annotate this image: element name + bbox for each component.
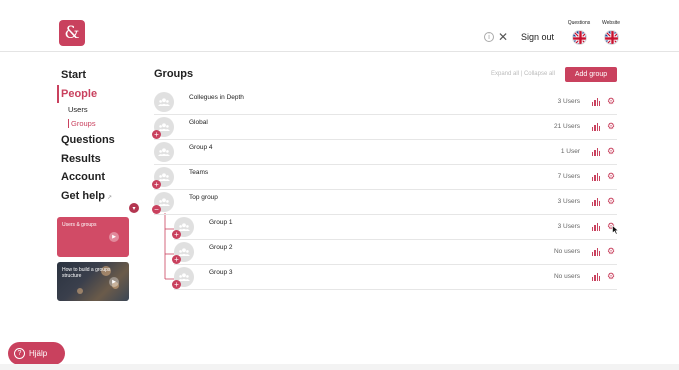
video-card-users-groups[interactable]: Users & groups ▶ xyxy=(57,217,129,257)
website-language-label: Website xyxy=(602,20,620,26)
sidebar-item-people[interactable]: People xyxy=(57,84,137,103)
info-icon[interactable]: i xyxy=(484,32,494,42)
group-name[interactable]: Global xyxy=(189,119,208,126)
collapse-subgroup-icon[interactable]: − xyxy=(152,205,161,214)
statistics-icon[interactable] xyxy=(592,148,600,156)
sign-out-link[interactable]: Sign out xyxy=(521,32,554,42)
app-logo[interactable]: & xyxy=(59,20,85,46)
page-title: Groups xyxy=(154,68,194,80)
help-button[interactable]: ? Hjälp xyxy=(8,342,65,365)
group-user-count: No users xyxy=(553,273,580,280)
statistics-icon[interactable] xyxy=(592,223,600,231)
question-icon: ? xyxy=(14,348,25,359)
play-icon[interactable]: ▶ xyxy=(109,232,119,242)
video-card-title: Users & groups xyxy=(62,222,97,228)
bottom-bar xyxy=(0,364,679,370)
gear-icon[interactable]: ⚙ xyxy=(607,246,615,257)
group-user-count: 21 Users xyxy=(553,123,580,130)
video-card-groups-structure[interactable]: How to build a groups structure ▶ xyxy=(57,262,129,301)
uk-flag-icon[interactable] xyxy=(571,30,587,45)
external-link-icon: ↗ xyxy=(107,194,113,201)
collapse-all-link[interactable]: Collapse all xyxy=(524,71,555,77)
statistics-icon[interactable] xyxy=(592,198,600,206)
group-row[interactable]: + Group 13 Users ⚙ xyxy=(172,215,617,240)
sidebar-item-questions[interactable]: Questions xyxy=(57,131,137,150)
statistics-icon[interactable] xyxy=(592,98,600,106)
group-row[interactable]: − Top group 3 Users ⚙ xyxy=(152,190,617,215)
group-row[interactable]: + Global 21 Users ⚙ xyxy=(152,115,617,140)
website-language[interactable]: Website xyxy=(596,20,626,45)
group-name[interactable]: Teams xyxy=(189,169,208,176)
group-row[interactable]: Group 4 1 User ⚙ xyxy=(154,140,617,165)
group-user-count: 3 Users xyxy=(557,98,580,105)
play-icon[interactable]: ▶ xyxy=(109,277,119,287)
expand-collapse-links: Expand all | Collapse all xyxy=(491,71,555,77)
gear-icon[interactable]: ⚙ xyxy=(607,171,615,182)
questions-language-label: Questions xyxy=(567,20,591,26)
sidebar-item-account[interactable]: Account xyxy=(57,168,137,187)
statistics-icon[interactable] xyxy=(592,248,600,256)
chevron-down-icon[interactable]: ▾ xyxy=(129,203,139,213)
sidebar-item-results[interactable]: Results xyxy=(57,150,137,169)
add-subgroup-icon[interactable]: + xyxy=(172,255,181,264)
group-name[interactable]: Group 2 xyxy=(209,244,233,251)
add-subgroup-icon[interactable]: + xyxy=(152,130,161,139)
sidebar-subitem-users[interactable]: Users xyxy=(57,103,137,117)
group-user-count: 3 Users xyxy=(557,223,580,230)
uk-flag-icon[interactable] xyxy=(603,30,619,45)
group-user-count: 1 User xyxy=(560,148,580,155)
sidebar-subitem-groups[interactable]: Groups xyxy=(57,117,137,131)
sidebar-item-get-help[interactable]: Get help ↗ xyxy=(57,187,137,206)
questions-language[interactable]: Questions xyxy=(564,20,594,45)
mouse-cursor xyxy=(612,225,619,235)
group-user-count: 7 Users xyxy=(557,173,580,180)
sidebar-nav: Start People Users Groups Questions Resu… xyxy=(57,66,137,205)
expand-all-link[interactable]: Expand all xyxy=(491,71,519,77)
add-subgroup-icon[interactable]: + xyxy=(172,280,181,289)
gear-icon[interactable]: ⚙ xyxy=(607,121,615,132)
get-help-label: Get help xyxy=(61,189,106,202)
statistics-icon[interactable] xyxy=(592,123,600,131)
group-user-count: No users xyxy=(553,248,580,255)
group-user-count: 3 Users xyxy=(557,198,580,205)
separator: | xyxy=(520,71,523,77)
add-subgroup-icon[interactable]: + xyxy=(172,230,181,239)
group-name[interactable]: Group 3 xyxy=(209,269,233,276)
statistics-icon[interactable] xyxy=(592,273,600,281)
group-name[interactable]: Group 1 xyxy=(209,219,233,226)
group-row[interactable]: Collegues in Depth 3 Users ⚙ xyxy=(154,90,617,115)
add-subgroup-icon[interactable]: + xyxy=(152,180,161,189)
top-bar: & i ✕ Sign out Questions Website xyxy=(0,0,679,52)
gear-icon[interactable]: ⚙ xyxy=(607,96,615,107)
gear-icon[interactable]: ⚙ xyxy=(607,196,615,207)
add-group-button[interactable]: Add group xyxy=(565,67,617,82)
group-avatar-icon xyxy=(154,142,174,162)
group-row[interactable]: + Group 2 No users ⚙ xyxy=(172,240,617,265)
group-name[interactable]: Group 4 xyxy=(189,144,213,151)
gear-icon[interactable]: ⚙ xyxy=(607,271,615,282)
group-row[interactable]: + Teams 7 Users ⚙ xyxy=(152,165,617,190)
help-button-label: Hjälp xyxy=(29,349,48,358)
sidebar-subitem-groups-label: Groups xyxy=(68,119,96,128)
group-name[interactable]: Collegues in Depth xyxy=(189,94,244,101)
group-name[interactable]: Top group xyxy=(189,194,218,201)
statistics-icon[interactable] xyxy=(592,173,600,181)
tools-icon[interactable]: ✕ xyxy=(498,30,508,44)
gear-icon[interactable]: ⚙ xyxy=(607,146,615,157)
group-row[interactable]: + Group 3 No users ⚙ xyxy=(172,265,617,290)
sidebar-item-start[interactable]: Start xyxy=(57,66,137,85)
group-avatar-icon xyxy=(154,92,174,112)
